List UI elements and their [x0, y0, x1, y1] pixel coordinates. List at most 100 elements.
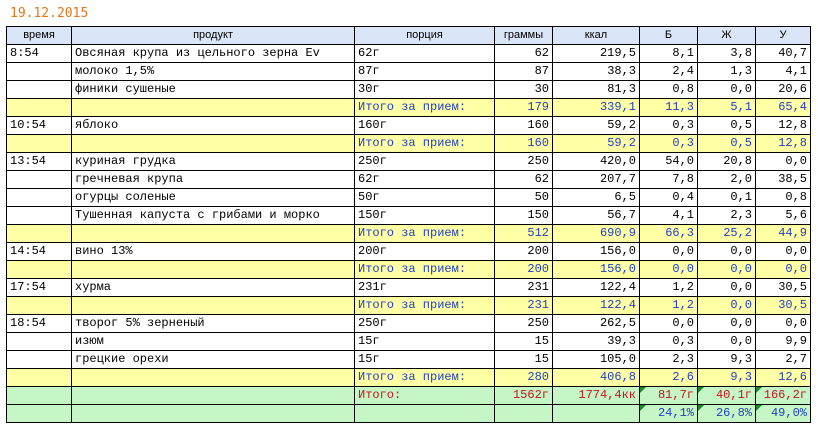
cell-kcal[interactable]: 59,2	[552, 116, 640, 135]
cell-protein[interactable]: 2,3	[639, 350, 698, 369]
cell-grams[interactable]: 512	[494, 224, 553, 243]
cell-grams[interactable]: 160	[494, 116, 553, 135]
cell-fat[interactable]: 0,1	[697, 188, 756, 207]
cell-kcal[interactable]: 59,2	[552, 134, 640, 153]
cell-kcal[interactable]: 339,1	[552, 98, 640, 117]
cell-fat[interactable]: 3,8	[697, 44, 756, 63]
cell-protein[interactable]: 11,3	[639, 98, 698, 117]
cell-kcal[interactable]: 420,0	[552, 152, 640, 171]
cell-portion[interactable]: 30г	[354, 80, 495, 99]
cell-time[interactable]	[6, 368, 72, 387]
cell-carbs[interactable]: 20,6	[755, 80, 811, 99]
cell-carbs[interactable]: 2,7	[755, 350, 811, 369]
cell-kcal[interactable]: 690,9	[552, 224, 640, 243]
cell-product[interactable]	[71, 224, 355, 243]
cell-time[interactable]	[6, 332, 72, 351]
cell-kcal[interactable]: 219,5	[552, 44, 640, 63]
cell-portion[interactable]: 231г	[354, 278, 495, 297]
cell-time[interactable]: 10:54	[6, 116, 72, 135]
cell-carbs[interactable]: 44,9	[755, 224, 811, 243]
cell-product[interactable]: огурцы соленые	[71, 188, 355, 207]
cell-fat[interactable]: 0,5	[697, 116, 756, 135]
cell-product[interactable]: молоко 1,5%	[71, 62, 355, 81]
cell-product[interactable]: гречневая крупа	[71, 170, 355, 189]
cell-time[interactable]	[6, 224, 72, 243]
cell-portion[interactable]: Итого за прием:	[354, 296, 495, 315]
cell-carbs[interactable]: 9,9	[755, 332, 811, 351]
cell-carbs[interactable]: 40,7	[755, 44, 811, 63]
cell-time[interactable]	[6, 80, 72, 99]
cell-portion[interactable]: 15г	[354, 350, 495, 369]
cell-product[interactable]	[71, 404, 355, 423]
cell-portion[interactable]: Итого за прием:	[354, 98, 495, 117]
cell-portion[interactable]: 62г	[354, 44, 495, 63]
cell-grams[interactable]: 179	[494, 98, 553, 117]
cell-fat[interactable]: 2,0	[697, 170, 756, 189]
cell-grams[interactable]: 231	[494, 278, 553, 297]
cell-carbs[interactable]: 30,5	[755, 278, 811, 297]
cell-carbs[interactable]: 12,8	[755, 134, 811, 153]
cell-fat[interactable]: 25,2	[697, 224, 756, 243]
cell-kcal[interactable]: 122,4	[552, 278, 640, 297]
cell-protein[interactable]: 2,4	[639, 62, 698, 81]
cell-carbs[interactable]: 12,6	[755, 368, 811, 387]
cell-grams[interactable]: 15	[494, 332, 553, 351]
cell-grams[interactable]: 1562г	[494, 386, 553, 405]
cell-portion[interactable]: 250г	[354, 152, 495, 171]
cell-time[interactable]: 13:54	[6, 152, 72, 171]
cell-product[interactable]: грецкие орехи	[71, 350, 355, 369]
cell-protein[interactable]: 0,0	[639, 260, 698, 279]
cell-grams[interactable]: 200	[494, 260, 553, 279]
cell-portion[interactable]: 87г	[354, 62, 495, 81]
cell-kcal[interactable]: 56,7	[552, 206, 640, 225]
cell-portion[interactable]: Итого за прием:	[354, 368, 495, 387]
cell-fat[interactable]: 0,0	[697, 278, 756, 297]
cell-grams[interactable]: 231	[494, 296, 553, 315]
cell-time[interactable]	[6, 134, 72, 153]
cell-kcal[interactable]: 38,3	[552, 62, 640, 81]
cell-carbs[interactable]: 0,0	[755, 260, 811, 279]
cell-product[interactable]: хурма	[71, 278, 355, 297]
cell-protein[interactable]: 54,0	[639, 152, 698, 171]
cell-product[interactable]	[71, 98, 355, 117]
cell-product[interactable]: яблоко	[71, 116, 355, 135]
cell-protein[interactable]: 0,8	[639, 80, 698, 99]
cell-protein[interactable]: 24,1%	[639, 404, 698, 423]
cell-grams[interactable]: 250	[494, 314, 553, 333]
cell-kcal[interactable]: 262,5	[552, 314, 640, 333]
cell-protein[interactable]: 8,1	[639, 44, 698, 63]
cell-protein[interactable]: 1,2	[639, 278, 698, 297]
cell-carbs[interactable]: 166,2г	[755, 386, 811, 405]
cell-product[interactable]: Овсяная крупа из цельного зерна Ev	[71, 44, 355, 63]
cell-grams[interactable]: 280	[494, 368, 553, 387]
cell-portion[interactable]: Итого за прием:	[354, 224, 495, 243]
cell-time[interactable]	[6, 206, 72, 225]
cell-time[interactable]	[6, 350, 72, 369]
cell-grams[interactable]: 250	[494, 152, 553, 171]
cell-protein[interactable]: 2,6	[639, 368, 698, 387]
column-header-portion[interactable]: порция	[354, 26, 495, 45]
cell-fat[interactable]: 0,0	[697, 296, 756, 315]
cell-kcal[interactable]: 156,0	[552, 260, 640, 279]
cell-carbs[interactable]: 0,0	[755, 152, 811, 171]
cell-kcal[interactable]: 122,4	[552, 296, 640, 315]
cell-portion[interactable]: 160г	[354, 116, 495, 135]
cell-carbs[interactable]: 0,0	[755, 314, 811, 333]
cell-fat[interactable]: 0,0	[697, 260, 756, 279]
cell-protein[interactable]: 7,8	[639, 170, 698, 189]
cell-protein[interactable]: 81,7г	[639, 386, 698, 405]
cell-portion[interactable]: 150г	[354, 206, 495, 225]
cell-fat[interactable]: 9,3	[697, 368, 756, 387]
cell-product[interactable]	[71, 260, 355, 279]
cell-product[interactable]	[71, 296, 355, 315]
cell-kcal[interactable]: 406,8	[552, 368, 640, 387]
cell-grams[interactable]: 15	[494, 350, 553, 369]
cell-product[interactable]: изюм	[71, 332, 355, 351]
cell-time[interactable]: 18:54	[6, 314, 72, 333]
cell-grams[interactable]: 62	[494, 44, 553, 63]
cell-product[interactable]: вино 13%	[71, 242, 355, 261]
cell-grams[interactable]: 62	[494, 170, 553, 189]
cell-product[interactable]: творог 5% зерненый	[71, 314, 355, 333]
cell-protein[interactable]: 1,2	[639, 296, 698, 315]
column-header-carbs[interactable]: У	[755, 26, 811, 45]
